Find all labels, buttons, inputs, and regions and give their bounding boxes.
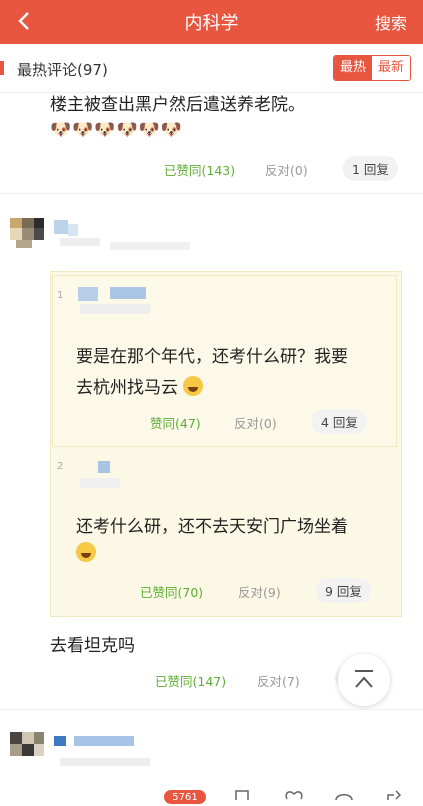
oppose-button[interactable]: 反对(0) [265, 160, 308, 179]
tab-new[interactable]: 最新 [372, 56, 410, 80]
reply-button[interactable]: 9 回复 [316, 578, 371, 603]
quote-text-line2: 去杭州找马云 [76, 373, 204, 398]
tab-hot[interactable]: 最热 [334, 56, 372, 80]
agree-button[interactable]: 已赞同(143) [164, 160, 235, 179]
quote-text: 要是在那个年代，还考什么研？我要 [76, 347, 348, 367]
divider [0, 193, 423, 194]
page-title: 内科学 [184, 13, 239, 34]
floor-number: 1 [57, 290, 64, 301]
laughing-emoji-icon [76, 542, 96, 562]
comment-sort-bar: 最热评论(97) 最热 最新 [0, 44, 423, 93]
oppose-button[interactable]: 反对(9) [238, 582, 281, 601]
reply-button[interactable]: 4 回复 [312, 409, 367, 434]
scroll-to-top-button[interactable] [338, 654, 390, 706]
laughing-emoji-icon [183, 376, 204, 396]
floor-number: 2 [57, 461, 64, 472]
section-marker [0, 61, 4, 75]
divider [0, 709, 423, 710]
comment-text: 楼主被查出黑户然后遣送养老院。 [50, 95, 305, 115]
search-button[interactable]: 搜索 [375, 10, 407, 34]
agree-button[interactable]: 已赞同(147) [155, 671, 226, 690]
oppose-button[interactable]: 反对(7) [257, 671, 300, 690]
hot-comments-label: 最热评论(97) [17, 61, 108, 79]
heart-icon[interactable] [284, 789, 304, 800]
comment-count-badge[interactable]: 5761 [164, 790, 206, 804]
arrow-up-icon [355, 670, 373, 688]
comment-text: 去看坦克吗 [50, 636, 135, 656]
agree-button[interactable]: 赞同(47) [150, 413, 201, 432]
bottom-bar [0, 786, 423, 800]
oppose-button[interactable]: 反对(0) [234, 413, 277, 432]
quote-text: 还考什么研，还不去天安门广场坐着 [76, 517, 348, 537]
agree-button[interactable]: 已赞同(70) [140, 582, 203, 601]
edit-icon[interactable] [234, 789, 252, 800]
top-bar: 内科学 搜索 [0, 0, 423, 44]
sort-tabs: 最热 最新 [333, 55, 411, 81]
comment-icon[interactable] [334, 789, 354, 800]
reply-button[interactable]: 1 回复 [343, 156, 398, 181]
share-icon[interactable] [384, 789, 404, 800]
quote-text-line2-content: 去杭州找马云 [76, 378, 178, 398]
dog-emoji-row: 🐶🐶🐶🐶🐶🐶 [50, 120, 184, 140]
